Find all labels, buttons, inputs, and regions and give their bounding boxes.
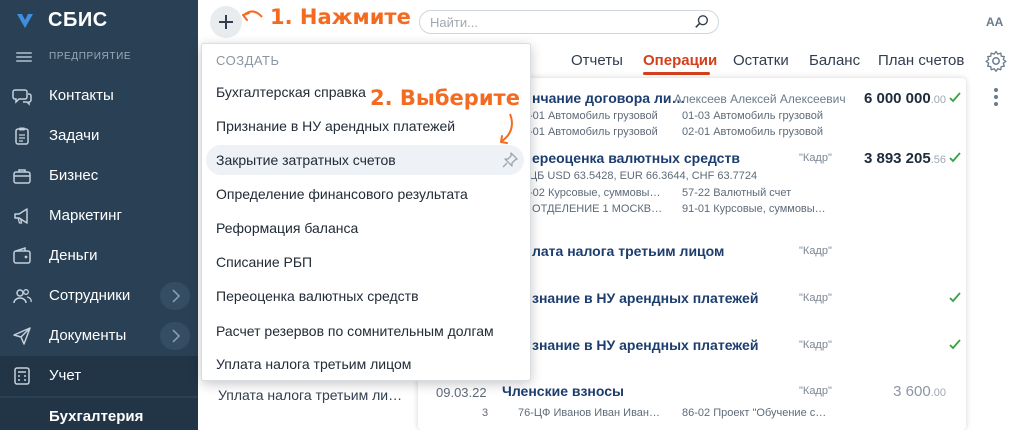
megaphone-icon: [14, 208, 28, 224]
people-icon: [13, 289, 32, 304]
sidebar-item-employees[interactable]: Сотрудники: [0, 276, 198, 316]
active-tab-indicator: [643, 72, 710, 75]
operation-author: Алексеев Алексей Алексеевич: [674, 92, 846, 106]
hint-arrow-icon: [242, 10, 263, 21]
operation-author: "Кадр": [799, 152, 832, 164]
calculator-icon: [14, 367, 30, 385]
operation-title[interactable]: …знание в НУ арендных платежей: [518, 290, 758, 306]
check-icon: [949, 152, 961, 163]
org-label: ПРЕДПРИЯТИЕ: [49, 51, 132, 62]
more-menu-icon[interactable]: [994, 88, 998, 109]
wallet-icon: [13, 246, 31, 264]
sidebar-item-label: Контакты: [49, 87, 114, 104]
tab-chart-of-accounts[interactable]: План счетов: [878, 52, 964, 69]
sidebar-item-label: Маркетинг: [49, 207, 122, 224]
clipboard-icon: [15, 127, 29, 145]
tab-balance-sheet[interactable]: Баланс: [809, 52, 860, 69]
operation-title[interactable]: Членские взносы: [502, 383, 624, 399]
operation-author: "Кадр": [799, 245, 832, 257]
operation-amount: 3 893 205.56: [863, 150, 946, 167]
menu-item-lease-payments[interactable]: Признание в НУ арендных платежей: [206, 111, 524, 141]
operation-date: 09.03.22: [436, 385, 487, 400]
expand-button[interactable]: [160, 322, 190, 350]
search-input[interactable]: [430, 14, 680, 30]
create-button[interactable]: [210, 6, 242, 38]
menu-item-deferred-expenses[interactable]: Списание РБП: [206, 247, 524, 277]
sidebar-item-tasks[interactable]: Задачи: [0, 116, 198, 156]
hint-step-2: 2. Выберите: [370, 86, 520, 110]
sidebar-subitem-bookkeeping[interactable]: Бухгалтерия: [0, 398, 198, 430]
operation-title[interactable]: …ереоценка валютных средств: [518, 150, 740, 166]
sidebar: СБИС ПРЕДПРИЯТИЕ Контакты Задачи Бизнес: [0, 0, 198, 430]
briefcase-icon: [13, 169, 31, 184]
operation-amount: 6 000 000.00: [863, 90, 946, 107]
org-switcher[interactable]: ПРЕДПРИЯТИЕ: [0, 44, 198, 68]
background-list-item[interactable]: Уплата налога третьим ли…: [218, 387, 402, 403]
operation-amount: 3 600.00: [893, 383, 946, 400]
expand-button[interactable]: [160, 282, 190, 310]
menu-item-close-cost-accounts[interactable]: Закрытие затратных счетов: [206, 145, 524, 175]
check-icon: [949, 339, 961, 350]
operation-number: 3: [482, 407, 489, 419]
gear-icon[interactable]: [985, 50, 1007, 72]
chevron-right-icon: [172, 289, 181, 303]
sidebar-item-money[interactable]: Деньги: [0, 236, 198, 276]
list-item[interactable]: 09.03.22 3 Членские взносы "Кадр" 3 600.…: [418, 383, 966, 430]
operation-author: "Кадр": [799, 385, 832, 397]
logo-icon: [17, 14, 33, 28]
tab-operations[interactable]: Операции: [643, 52, 717, 69]
sidebar-item-label: Задачи: [49, 127, 100, 144]
paper-plane-icon: [13, 327, 31, 345]
search-field[interactable]: [419, 10, 719, 34]
font-size-toggle[interactable]: AA: [986, 15, 1003, 29]
sidebar-item-documents[interactable]: Документы: [0, 316, 198, 356]
menu-icon[interactable]: [16, 52, 32, 62]
operation-author: "Кадр": [799, 292, 832, 304]
operation-title[interactable]: …знание в НУ арендных платежей: [518, 337, 758, 353]
sidebar-item-accounting[interactable]: Учет: [0, 356, 198, 396]
hint-arrow-icon: [500, 113, 513, 144]
chat-bubbles-icon: [12, 89, 32, 106]
app-name: СБИС: [48, 9, 108, 31]
menu-item-financial-result[interactable]: Определение финансового результата: [206, 179, 524, 209]
menu-item-doubtful-debts[interactable]: Расчет резервов по сомнительным долгам: [206, 316, 524, 346]
menu-header: СОЗДАТЬ: [216, 53, 280, 68]
app-logo[interactable]: СБИС: [0, 0, 198, 40]
plus-icon: [219, 15, 233, 29]
sidebar-item-business[interactable]: Бизнес: [0, 156, 198, 196]
sidebar-item-contacts[interactable]: Контакты: [0, 76, 198, 116]
menu-item-third-party-tax[interactable]: Уплата налога третьим лицом: [206, 349, 524, 379]
sidebar-item-label: Сотрудники: [49, 287, 131, 304]
check-icon: [949, 92, 961, 103]
tab-reports[interactable]: Отчеты: [571, 52, 623, 69]
operation-title[interactable]: …нчание договора ли…: [518, 90, 685, 106]
chevron-right-icon: [172, 329, 181, 343]
sidebar-subitem-label: Бухгалтерия: [49, 408, 144, 425]
sidebar-item-label: Учет: [49, 367, 82, 384]
pin-icon[interactable]: [502, 152, 518, 168]
menu-item-currency-revaluation[interactable]: Переоценка валютных средств: [206, 281, 524, 311]
tab-balances[interactable]: Остатки: [733, 52, 789, 69]
sidebar-item-label: Деньги: [49, 247, 98, 264]
search-icon[interactable]: [694, 14, 710, 30]
sidebar-item-marketing[interactable]: Маркетинг: [0, 196, 198, 236]
sidebar-item-label: Бизнес: [49, 167, 99, 184]
operation-title[interactable]: …лата налога третьим лицом: [518, 243, 724, 259]
check-icon: [949, 292, 961, 303]
sidebar-item-label: Документы: [49, 327, 127, 344]
operation-author: "Кадр": [799, 339, 832, 351]
menu-item-balance-reformation[interactable]: Реформация баланса: [206, 213, 524, 243]
hint-step-1: 1. Нажмите: [270, 5, 411, 29]
